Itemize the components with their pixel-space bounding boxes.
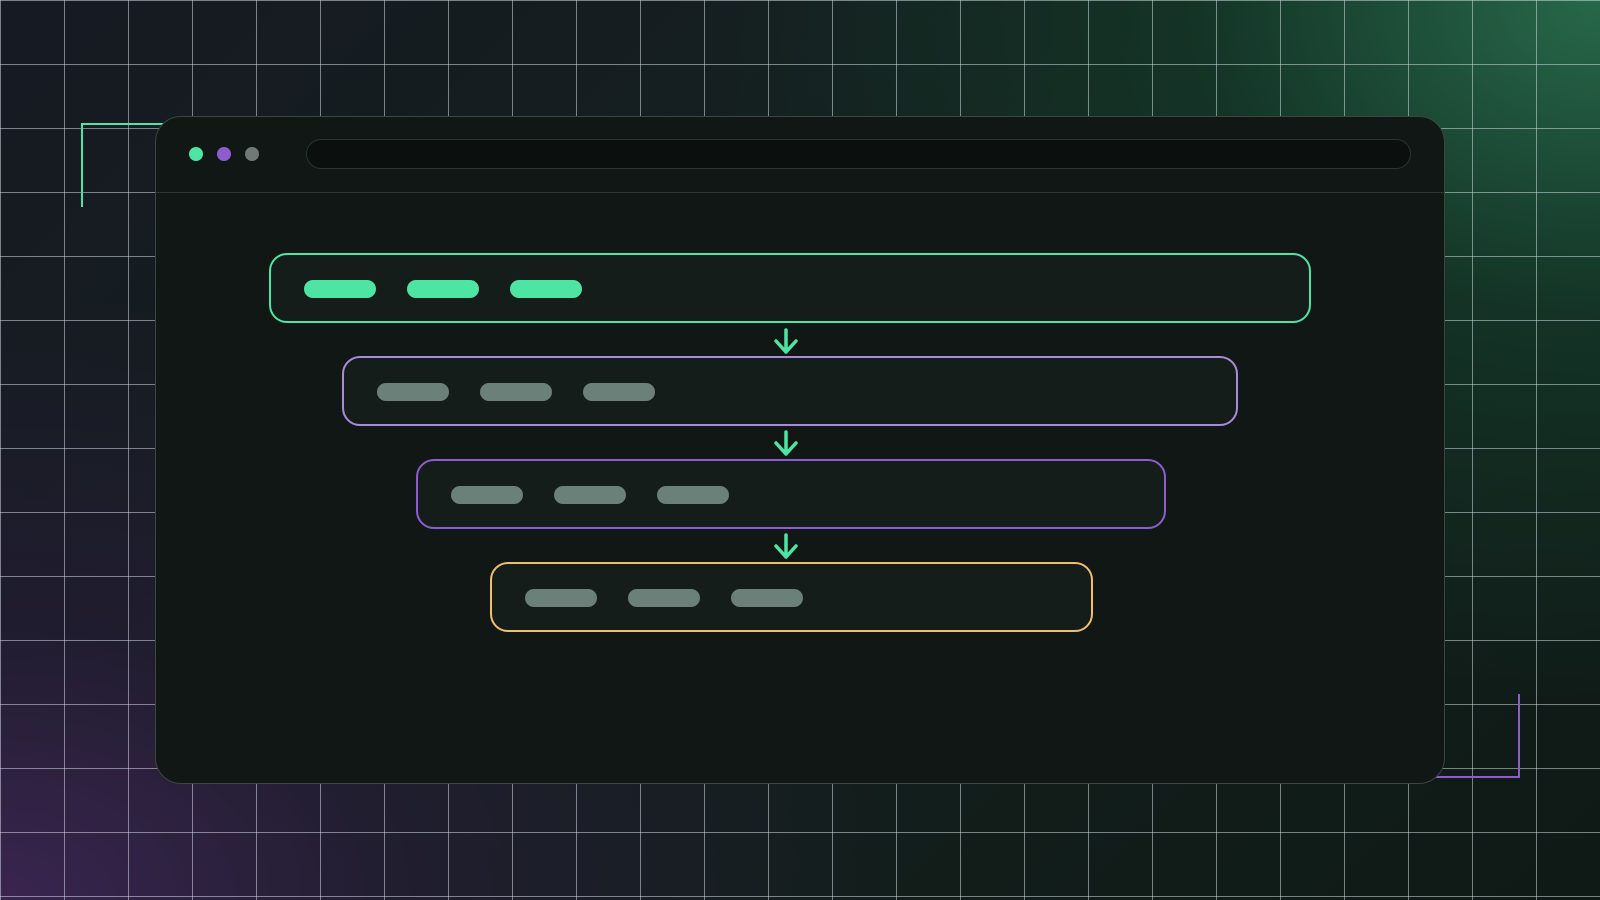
window-titlebar [156, 117, 1444, 193]
content-pill [510, 280, 582, 298]
content-pill [480, 383, 552, 401]
browser-window [155, 116, 1445, 784]
arrow-down-icon [774, 430, 798, 456]
pipeline-stage-1 [269, 253, 1311, 323]
pipeline-stage-2 [342, 356, 1238, 426]
content-pill [451, 486, 523, 504]
arrow-down-icon [774, 533, 798, 559]
arrow-down-icon [774, 328, 798, 354]
pipeline-stage-4 [490, 562, 1093, 632]
content-pill [583, 383, 655, 401]
content-pill [377, 383, 449, 401]
content-pill [407, 280, 479, 298]
pipeline-stage-3 [416, 459, 1166, 529]
purple-dot-icon[interactable] [217, 147, 231, 161]
content-pill [554, 486, 626, 504]
content-pill [657, 486, 729, 504]
content-pill [731, 589, 803, 607]
content-pill [525, 589, 597, 607]
address-bar[interactable] [306, 139, 1411, 169]
green-dot-icon[interactable] [189, 147, 203, 161]
content-pill [304, 280, 376, 298]
content-pill [628, 589, 700, 607]
gray-dot-icon[interactable] [245, 147, 259, 161]
